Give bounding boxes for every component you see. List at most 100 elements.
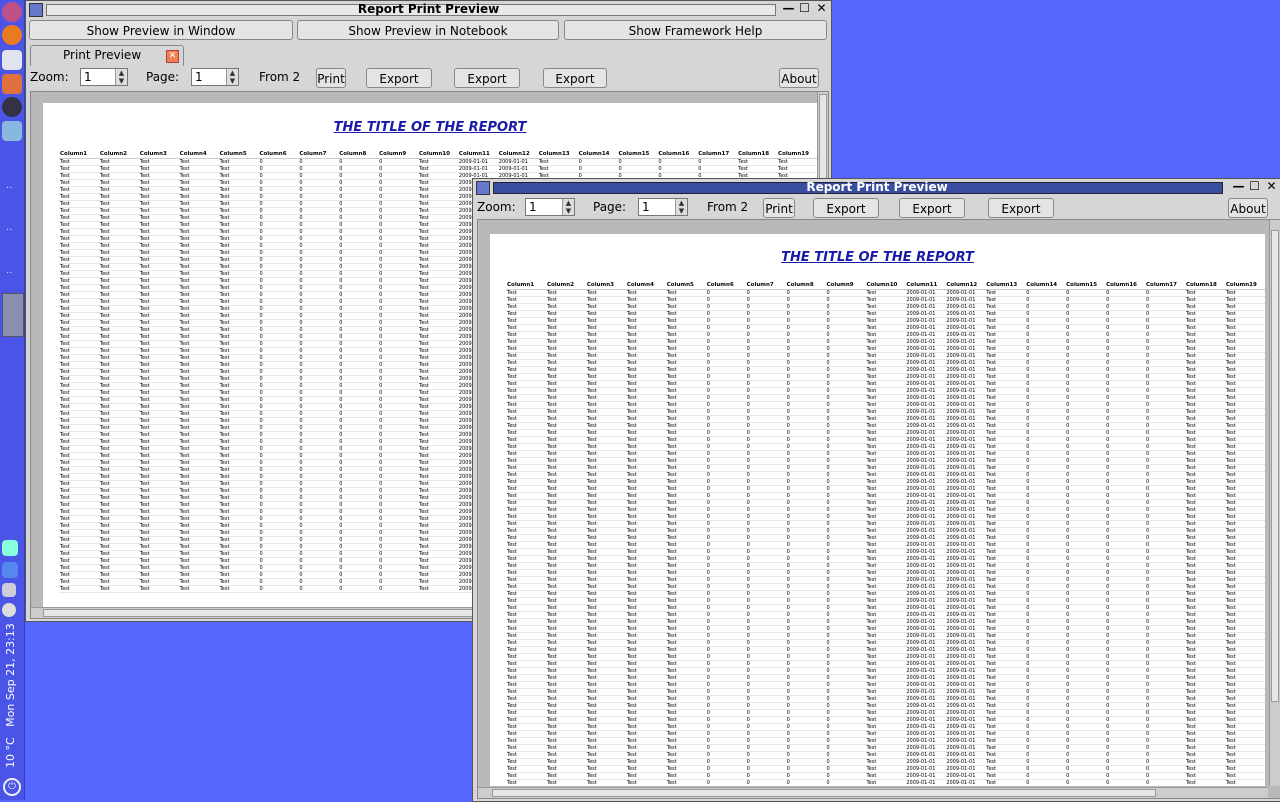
table-cell: 0	[1105, 457, 1145, 465]
table-cell: Test	[625, 744, 666, 752]
show-framework-help-button[interactable]: Show Framework Help	[564, 20, 827, 40]
minimize-icon[interactable]: —	[782, 2, 795, 15]
table-cell: Test	[625, 576, 666, 584]
table-row: TestTestTestTestTest0000Test2009-01-0120…	[506, 632, 1265, 640]
export-rtf-button[interactable]: Export RTF	[543, 68, 607, 106]
globe-icon[interactable]	[2, 97, 22, 117]
table-cell: 0	[785, 723, 826, 731]
table-cell: 0	[785, 429, 826, 437]
network-icon[interactable]	[2, 540, 18, 556]
table-cell: Test	[985, 660, 1026, 668]
table-cell: Test	[545, 618, 586, 626]
table-cell: 2009-01-01	[905, 597, 946, 605]
horizontal-scrollbar[interactable]	[478, 787, 1268, 798]
table-cell: 2009-01-01	[945, 310, 986, 318]
zoom-spinbox[interactable]: 1 ▲ ▼	[80, 68, 128, 86]
table-cell: Test	[59, 186, 99, 194]
table-cell: 0	[378, 501, 419, 509]
power-icon[interactable]: ⏻	[3, 778, 21, 796]
scroll-thumb[interactable]	[1271, 230, 1279, 702]
table-cell: 2009-01-01	[457, 165, 498, 173]
zoom-spinbox[interactable]: 1 ▲ ▼	[525, 198, 575, 216]
table-cell: 0	[1025, 443, 1066, 451]
table-cell: Test	[625, 758, 666, 766]
close-icon[interactable]: ✕	[815, 2, 828, 15]
spin-arrows-icon[interactable]: ▲ ▼	[115, 69, 127, 85]
table-cell: Test	[506, 737, 546, 745]
export-xls-button[interactable]: Export XLS	[899, 198, 965, 236]
table-row: TestTestTestTestTest0000Test2009-01-0120…	[506, 625, 1265, 633]
about-button[interactable]: About	[1228, 198, 1268, 218]
workspace-pager[interactable]	[2, 293, 24, 337]
table-cell: 0	[785, 450, 826, 458]
table-cell: 0	[745, 331, 786, 339]
table-cell: Test	[1184, 611, 1225, 619]
table-cell: 0	[258, 529, 299, 537]
table-cell: Test	[1184, 653, 1225, 661]
window-titlebar[interactable]: Report Print Preview — ☐ ✕	[26, 1, 831, 18]
menu-icon[interactable]	[2, 2, 22, 22]
table-cell: 2009-01-01	[945, 541, 986, 549]
signal-icon[interactable]	[2, 562, 18, 578]
export-rtf-button[interactable]: Export RTF	[988, 198, 1054, 236]
table-cell: 0	[745, 443, 786, 451]
table-cell: Test	[98, 326, 139, 334]
spin-arrows-icon[interactable]: ▲ ▼	[226, 69, 238, 85]
window-titlebar[interactable]: Report Print Preview — ☐ ✕	[473, 179, 1280, 196]
table-cell: Test	[138, 431, 179, 439]
close-icon[interactable]: ✕	[1265, 180, 1278, 193]
preview-area[interactable]: THE TITLE OF THE REPORT Column1 Column2 Co…	[477, 219, 1280, 799]
table-cell: Test	[506, 338, 546, 346]
table-cell: 0	[298, 417, 339, 425]
table-cell: Test	[625, 345, 666, 353]
table-cell: 0	[1065, 338, 1106, 346]
volume-icon[interactable]	[2, 583, 16, 597]
table-cell: Test	[1184, 324, 1225, 332]
cube-icon[interactable]	[2, 121, 22, 141]
show-preview-notebook-button[interactable]: Show Preview in Notebook	[297, 20, 559, 40]
about-button[interactable]: About	[779, 68, 819, 88]
minimize-icon[interactable]: —	[1232, 180, 1245, 193]
tab-close-icon[interactable]: ✕	[166, 50, 179, 63]
table-cell: 0	[745, 604, 786, 612]
zoom-label: Zoom:	[477, 200, 516, 214]
table-cell: 0	[825, 394, 866, 402]
maximize-icon[interactable]: ☐	[798, 2, 811, 15]
table-cell: 0	[378, 319, 419, 327]
table-cell: Test	[865, 548, 906, 556]
page-spinbox[interactable]: 1 ▲ ▼	[191, 68, 239, 86]
scroll-thumb[interactable]	[819, 94, 827, 186]
table-cell: Test	[985, 506, 1026, 514]
export-pdf-button[interactable]: Export PDF	[366, 68, 432, 106]
table-cell: Test	[98, 172, 139, 180]
page-spinbox[interactable]: 1 ▲ ▼	[638, 198, 688, 216]
maximize-icon[interactable]: ☐	[1248, 180, 1261, 193]
scroll-thumb[interactable]	[492, 789, 1156, 797]
table-cell: Test	[737, 158, 778, 166]
table-cell: 0	[705, 373, 746, 381]
table-cell: 0	[825, 310, 866, 318]
table-cell: 0	[705, 562, 746, 570]
tab-print-preview[interactable]: Print Preview ✕	[30, 45, 184, 66]
vertical-scrollbar[interactable]	[1269, 220, 1280, 786]
export-xls-button[interactable]: Export XLS	[454, 68, 520, 106]
print-button[interactable]: Print	[316, 68, 346, 88]
table-cell: 0	[1105, 765, 1145, 773]
table-cell: Test	[545, 506, 586, 514]
table-cell: Test	[218, 200, 259, 208]
spin-arrows-icon[interactable]: ▲ ▼	[675, 199, 687, 215]
firefox-icon[interactable]	[2, 25, 22, 45]
mail-icon[interactable]	[2, 50, 22, 70]
spin-arrows-icon[interactable]: ▲ ▼	[562, 199, 574, 215]
table-cell: Test	[625, 436, 666, 444]
table-cell: 0	[378, 529, 419, 537]
table-cell: 0	[258, 179, 299, 187]
show-preview-window-button[interactable]: Show Preview in Window	[29, 20, 293, 40]
export-pdf-button[interactable]: Export PDF	[813, 198, 879, 236]
table-cell: Test	[545, 513, 586, 521]
print-button[interactable]: Print	[763, 198, 795, 218]
table-cell: 0	[825, 569, 866, 577]
table-row: TestTestTestTestTest0000Test2009-01-0120…	[506, 303, 1265, 311]
home-folder-icon[interactable]	[2, 74, 22, 94]
table-cell: Test	[218, 158, 259, 166]
